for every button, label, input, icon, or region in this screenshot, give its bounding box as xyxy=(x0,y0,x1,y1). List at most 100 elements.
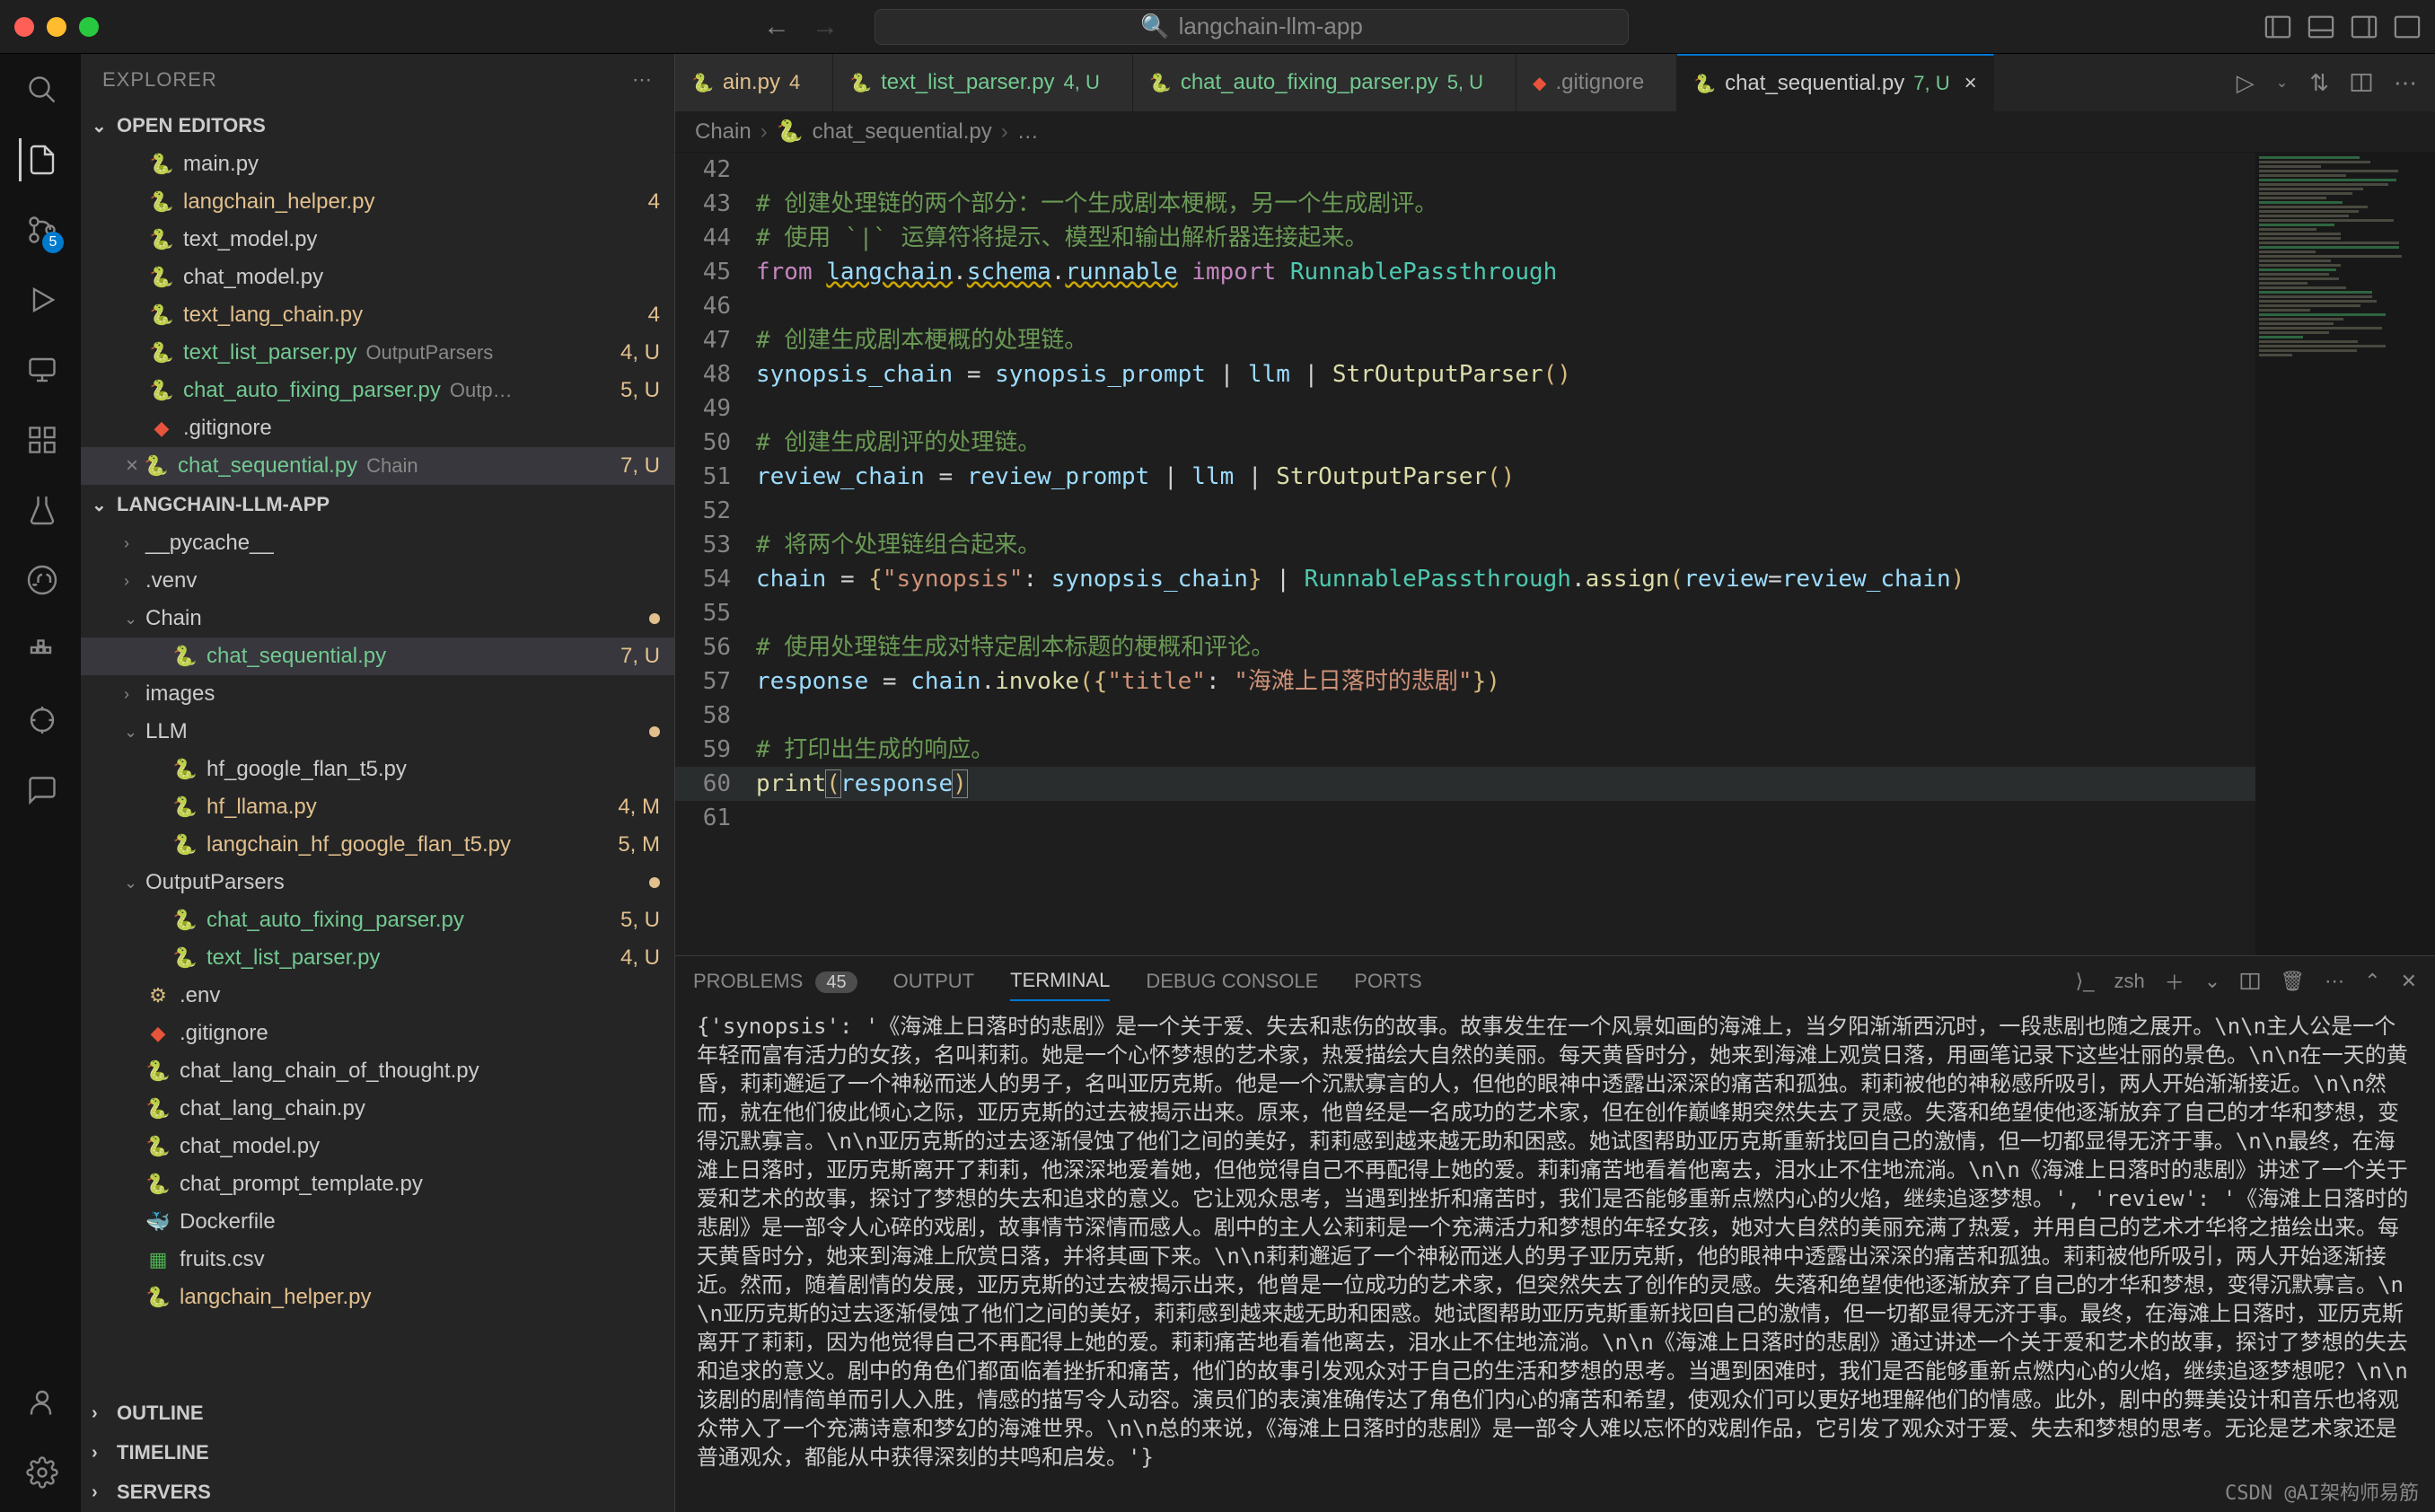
panel-tab-problems[interactable]: PROBLEMS 45 xyxy=(693,963,857,1000)
more-icon[interactable]: ⋯ xyxy=(632,68,653,92)
nav-back-icon[interactable]: ← xyxy=(758,12,796,42)
close-editor-icon[interactable]: × xyxy=(126,453,138,479)
file-item[interactable]: 🐍hf_google_flan_t5.py xyxy=(81,751,674,788)
open-editor-item[interactable]: ◆.gitignore xyxy=(81,409,674,447)
code-editor[interactable]: 4243# 创建处理链的两个部分：一个生成剧本梗概，另一个生成剧评。44# 使用… xyxy=(675,153,2255,955)
project-section[interactable]: ⌄LANGCHAIN-LLM-APP xyxy=(81,485,674,524)
titlebar: ← → 🔍 langchain-llm-app xyxy=(0,0,2435,54)
github-activity-icon[interactable] xyxy=(19,558,62,602)
explorer-activity-icon[interactable] xyxy=(19,138,62,181)
maximize-window[interactable] xyxy=(79,17,99,37)
line-number: 49 xyxy=(675,391,756,426)
chat-activity-icon[interactable] xyxy=(19,769,62,812)
layout-primary-icon[interactable] xyxy=(2264,13,2291,40)
file-item[interactable]: 🐍hf_llama.py4, M xyxy=(81,788,674,826)
file-item[interactable]: 🐍chat_model.py xyxy=(81,1128,674,1165)
open-editor-item[interactable]: 🐍langchain_helper.py4 xyxy=(81,183,674,221)
debug-icon[interactable] xyxy=(19,699,62,742)
file-item[interactable]: 🐍chat_auto_fixing_parser.py5, U xyxy=(81,901,674,939)
open-editor-item[interactable]: 🐍text_list_parser.pyOutputParsers4, U xyxy=(81,334,674,372)
file-item[interactable]: 🐳Dockerfile xyxy=(81,1203,674,1241)
terminal-output[interactable]: {'synopsis': '《海滩上日落时的悲剧》是一个关于爱、失去和悲伤的故事… xyxy=(675,1007,2435,1512)
folder-item[interactable]: ›.venv xyxy=(81,562,674,600)
nav-forward-icon[interactable]: → xyxy=(806,12,844,42)
remote-activity-icon[interactable] xyxy=(19,348,62,391)
folder-item[interactable]: ›__pycache__ xyxy=(81,524,674,562)
run-file-icon[interactable]: ▷ xyxy=(2237,69,2255,97)
split-editor-icon[interactable] xyxy=(2351,72,2372,93)
open-editor-item[interactable]: 🐍chat_auto_fixing_parser.pyOutp…5, U xyxy=(81,372,674,409)
code-line: # 使用处理链生成对特定剧本标题的梗概和评论。 xyxy=(756,630,1274,664)
editor-tab[interactable]: 🐍chat_auto_fixing_parser.py5, U xyxy=(1133,54,1516,111)
terminal-shell-label: zsh xyxy=(2114,970,2144,993)
search-activity-icon[interactable] xyxy=(19,68,62,111)
extensions-activity-icon[interactable] xyxy=(19,418,62,462)
file-item[interactable]: ▦fruits.csv xyxy=(81,1241,674,1279)
window-controls xyxy=(14,17,99,37)
folder-item[interactable]: ⌄LLM xyxy=(81,713,674,751)
minimap[interactable] xyxy=(2255,153,2435,955)
terminal-dropdown-icon[interactable]: ⌄ xyxy=(2204,970,2220,993)
more-panel-icon[interactable]: ⋯ xyxy=(2325,970,2344,993)
watermark: CSDN @AI架构师易筋 xyxy=(2225,1480,2419,1508)
file-item[interactable]: 🐍chat_sequential.py7, U xyxy=(81,637,674,675)
compare-icon[interactable]: ⇅ xyxy=(2309,69,2329,97)
project-tree: ›__pycache__›.venv⌄Chain🐍chat_sequential… xyxy=(81,524,674,1393)
outline-section[interactable]: ›OUTLINE xyxy=(81,1393,674,1433)
split-terminal-icon[interactable] xyxy=(2240,971,2260,991)
file-item[interactable]: 🐍chat_prompt_template.py xyxy=(81,1165,674,1203)
open-editor-item[interactable]: ×🐍chat_sequential.pyChain7, U xyxy=(81,447,674,485)
settings-gear-icon[interactable] xyxy=(19,1451,62,1494)
terminal-shell-icon[interactable]: ⟩_ xyxy=(2076,970,2095,993)
testing-activity-icon[interactable] xyxy=(19,488,62,532)
open-editor-item[interactable]: 🐍text_model.py xyxy=(81,221,674,259)
open-editor-item[interactable]: 🐍main.py xyxy=(81,145,674,183)
scm-activity-icon[interactable]: 5 xyxy=(19,208,62,251)
code-line: chain = {"synopsis": synopsis_chain} | R… xyxy=(756,562,1965,596)
close-tab-icon[interactable]: × xyxy=(1965,71,1977,96)
folder-item[interactable]: ⌄Chain xyxy=(81,600,674,637)
command-center[interactable]: 🔍 langchain-llm-app xyxy=(875,9,1629,45)
run-dropdown-icon[interactable]: ⌄ xyxy=(2276,74,2288,92)
file-item[interactable]: 🐍chat_lang_chain.py xyxy=(81,1090,674,1128)
editor-tab[interactable]: 🐍text_list_parser.py4, U xyxy=(833,54,1133,111)
minimize-window[interactable] xyxy=(47,17,66,37)
servers-section[interactable]: ›SERVERS xyxy=(81,1472,674,1512)
docker-activity-icon[interactable] xyxy=(19,629,62,672)
run-activity-icon[interactable] xyxy=(19,278,62,321)
layout-panel-icon[interactable] xyxy=(2308,13,2334,40)
close-window[interactable] xyxy=(14,17,34,37)
folder-item[interactable]: ⌄OutputParsers xyxy=(81,864,674,901)
scm-badge: 5 xyxy=(42,232,64,253)
editor-tab[interactable]: 🐍ain.py4 xyxy=(675,54,833,111)
timeline-section[interactable]: ›TIMELINE xyxy=(81,1433,674,1472)
more-editor-icon[interactable]: ⋯ xyxy=(2394,69,2417,97)
explorer-title: EXPLORER xyxy=(102,68,217,92)
panel-maximize-icon[interactable]: ⌃ xyxy=(2364,970,2380,993)
trash-icon[interactable]: 🗑 xyxy=(2280,970,2305,993)
open-editors-section[interactable]: ⌄OPEN EDITORS xyxy=(81,106,674,145)
file-item[interactable]: ◆.gitignore xyxy=(81,1015,674,1052)
file-item[interactable]: 🐍langchain_helper.py xyxy=(81,1279,674,1316)
panel-tab-terminal[interactable]: TERMINAL xyxy=(1010,962,1110,1001)
customize-layout-icon[interactable] xyxy=(2394,13,2421,40)
file-item[interactable]: 🐍text_list_parser.py4, U xyxy=(81,939,674,977)
open-editor-item[interactable]: 🐍text_lang_chain.py4 xyxy=(81,296,674,334)
editor-tab[interactable]: 🐍chat_sequential.py7, U× xyxy=(1677,54,1993,111)
panel-close-icon[interactable]: ✕ xyxy=(2401,970,2417,993)
panel-tab-debug[interactable]: DEBUG CONSOLE xyxy=(1146,963,1318,1000)
layout-secondary-icon[interactable] xyxy=(2351,13,2378,40)
line-number: 55 xyxy=(675,596,756,630)
file-item[interactable]: ⚙.env xyxy=(81,977,674,1015)
file-item[interactable]: 🐍chat_lang_chain_of_thought.py xyxy=(81,1052,674,1090)
panel-tab-output[interactable]: OUTPUT xyxy=(893,963,974,1000)
panel-tab-ports[interactable]: PORTS xyxy=(1354,963,1421,1000)
accounts-icon[interactable] xyxy=(19,1381,62,1424)
folder-item[interactable]: ›images xyxy=(81,675,674,713)
new-terminal-icon[interactable]: ＋ xyxy=(2165,967,2184,996)
file-item[interactable]: 🐍langchain_hf_google_flan_t5.py5, M xyxy=(81,826,674,864)
breadcrumb[interactable]: Chain › 🐍 chat_sequential.py › … xyxy=(675,111,2435,153)
editor-tab[interactable]: ◆.gitignore xyxy=(1516,54,1677,111)
open-editor-item[interactable]: 🐍chat_model.py xyxy=(81,259,674,296)
line-number: 42 xyxy=(675,153,756,187)
